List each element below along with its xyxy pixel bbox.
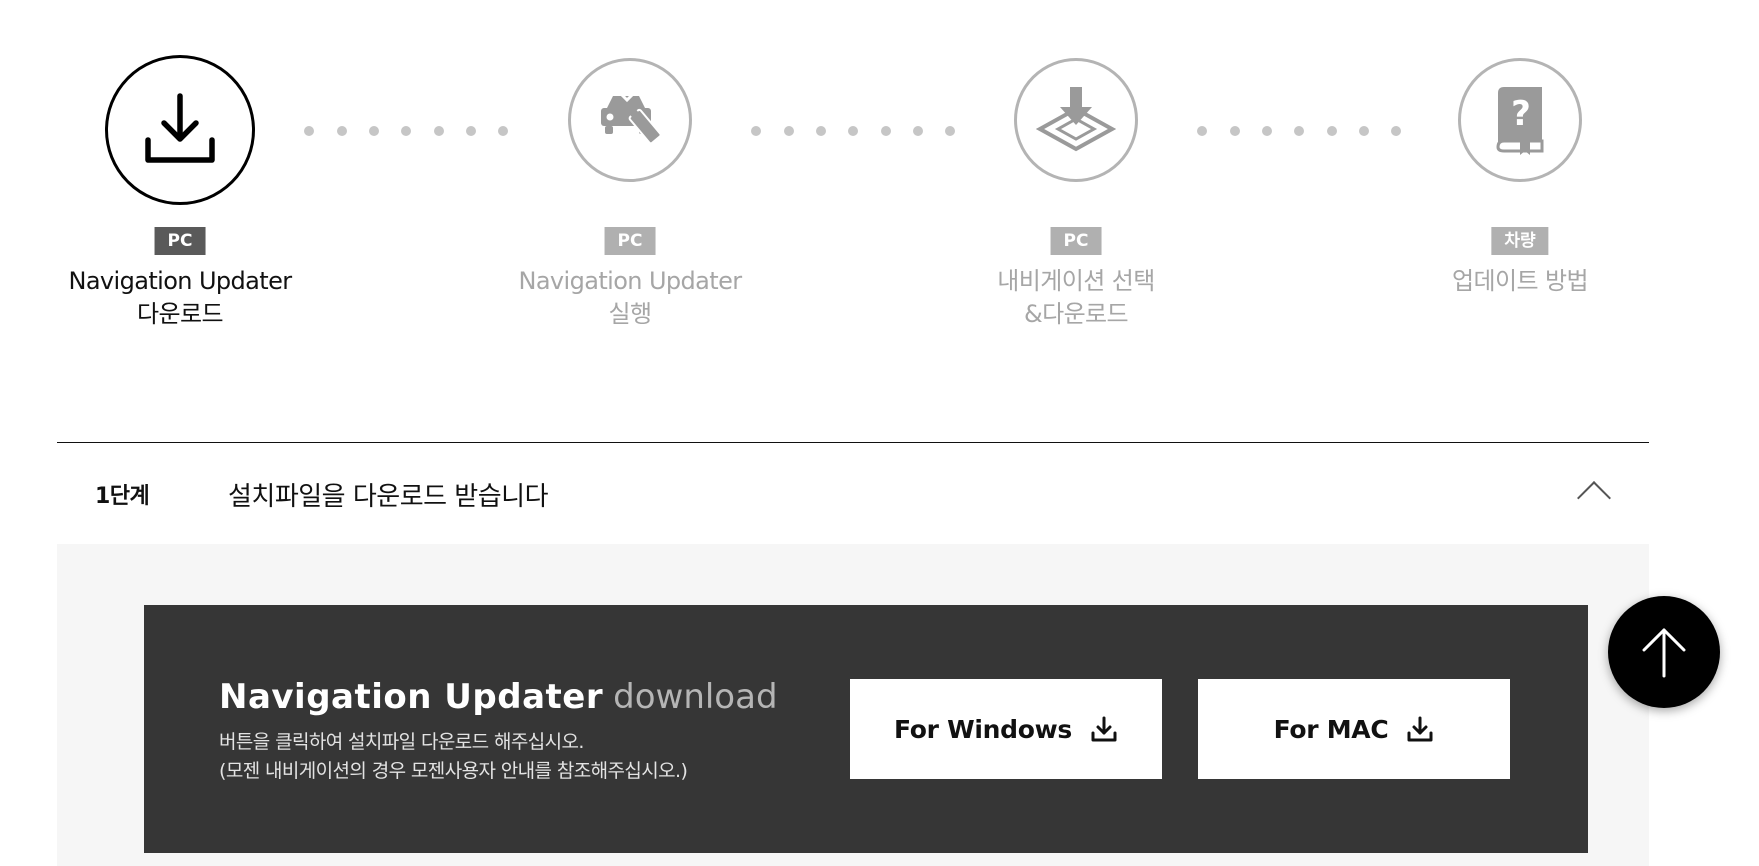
help-book-icon: ? (1496, 87, 1544, 155)
step-2-badge: PC (604, 227, 656, 255)
download-icon (145, 93, 215, 163)
scroll-top-button[interactable] (1608, 596, 1720, 708)
chevron-up-icon[interactable] (1577, 481, 1611, 515)
step-3-badge: PC (1050, 227, 1102, 255)
arrow-up-icon (1642, 628, 1686, 678)
step-3: PC 내비게이션 선택 &다운로드 (946, 58, 1206, 348)
step-4-circle: ? (1458, 58, 1582, 182)
download-title: Navigation Updater download (219, 677, 778, 717)
download-box: Navigation Updater download 버튼을 클릭하여 설치파일… (144, 605, 1588, 853)
download-icon (1406, 715, 1434, 743)
step-1: PC Navigation Updater 다운로드 (50, 55, 310, 345)
svg-text:?: ? (1511, 94, 1531, 134)
step-2-label: Navigation Updater 실행 (518, 267, 742, 328)
download-icon (1090, 715, 1118, 743)
step-4-label: 업데이트 방법 (1452, 267, 1589, 295)
download-windows-button[interactable]: For Windows (850, 679, 1162, 779)
stage-title: 설치파일을 다운로드 받습니다 (228, 482, 549, 512)
step-1-badge: PC (154, 227, 206, 255)
step-4: ? 차량 업데이트 방법 (1390, 58, 1650, 348)
map-download-icon (1036, 87, 1116, 152)
step-1-circle (105, 55, 255, 205)
section-divider (57, 442, 1649, 443)
step-2: PC Navigation Updater 실행 (500, 58, 760, 348)
step-3-label: 내비게이션 선택 &다운로드 (997, 267, 1155, 328)
download-description: 버튼을 클릭하여 설치파일 다운로드 해주십시오. (모젠 내비게이션의 경우 … (219, 731, 688, 782)
step-4-badge: 차량 (1491, 227, 1549, 255)
car-usb-icon (601, 90, 662, 145)
download-mac-button[interactable]: For MAC (1198, 679, 1510, 779)
step-3-circle (1014, 58, 1138, 182)
step-1-label: Navigation Updater 다운로드 (68, 267, 292, 328)
stage-number: 1단계 (95, 484, 150, 509)
step-2-circle (568, 58, 692, 182)
